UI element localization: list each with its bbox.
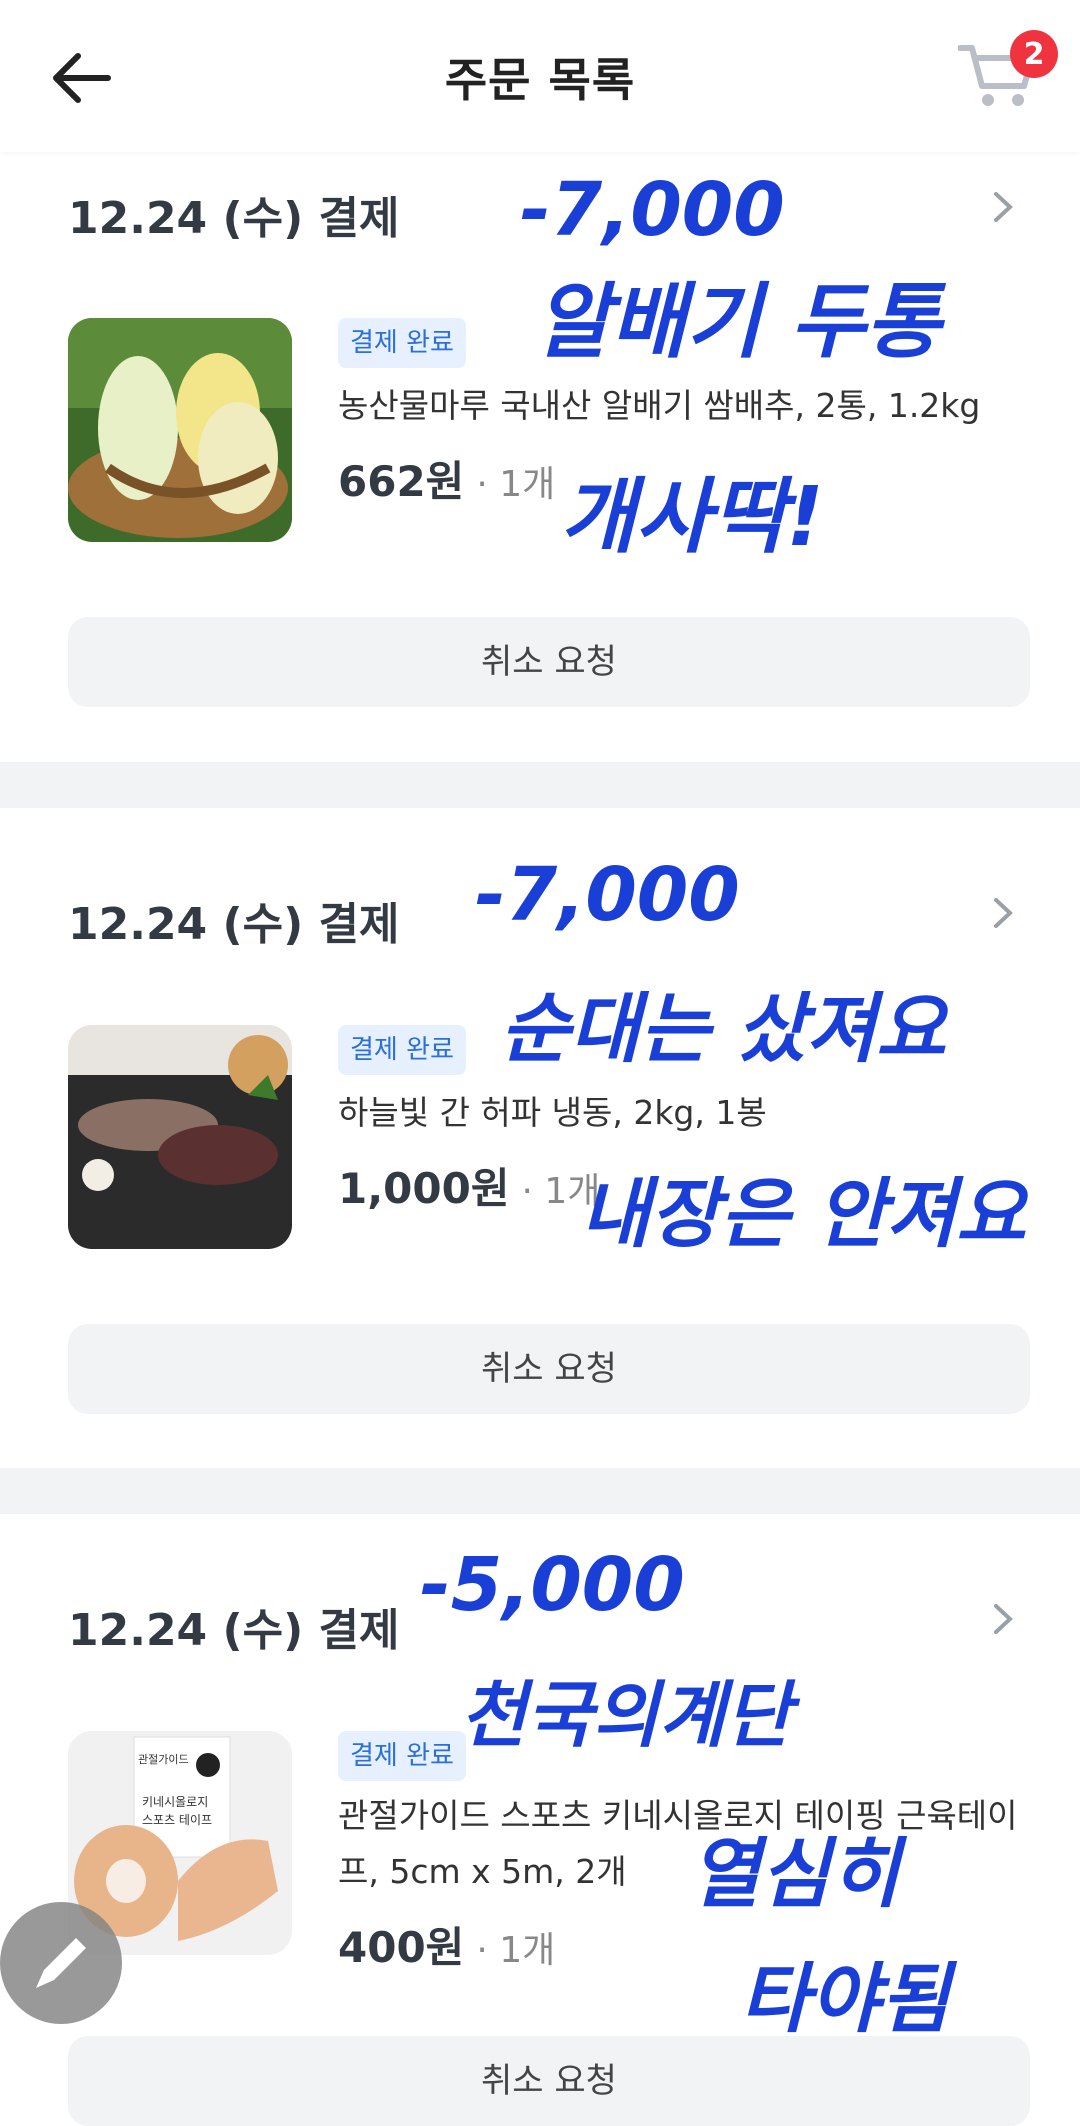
price: 662원 bbox=[338, 457, 465, 506]
quantity: · 1개 bbox=[476, 464, 556, 505]
app-header: 주문 목록 2 bbox=[0, 0, 1080, 152]
product-name[interactable]: 농산물마루 국내산 알배기 쌈배추, 2통, 1.2kg bbox=[338, 378, 1018, 434]
product-name[interactable]: 하늘빛 간 허파 냉동, 2kg, 1봉 bbox=[338, 1085, 1018, 1141]
price-row: 400원 · 1개 bbox=[338, 1914, 555, 1975]
chevron-right-icon[interactable] bbox=[982, 182, 1022, 232]
status-badge: 결제 완료 bbox=[338, 318, 466, 368]
product-image-cabbage[interactable] bbox=[68, 318, 292, 542]
cancel-request-button[interactable]: 취소 요청 bbox=[68, 2036, 1030, 2126]
order-date: 12.24 (수) 결제 bbox=[68, 193, 400, 244]
page-title: 주문 목록 bbox=[444, 53, 636, 107]
price-row: 662원 · 1개 bbox=[338, 448, 555, 509]
price: 400원 bbox=[338, 1923, 465, 1972]
product-image-liver[interactable] bbox=[68, 1025, 292, 1249]
tape-package-line: 스포츠 테이프 bbox=[142, 1813, 213, 1827]
chevron-right-icon[interactable] bbox=[982, 888, 1022, 938]
edit-pencil-button[interactable] bbox=[0, 1902, 122, 2024]
tape-package-line: 키네시올로지 bbox=[142, 1795, 209, 1809]
status-badge: 결제 완료 bbox=[338, 1731, 466, 1781]
section-divider bbox=[0, 762, 1080, 808]
product-name[interactable]: 관절가이드 스포츠 키네시올로지 테이핑 근육테이프, 5cm x 5m, 2개 bbox=[338, 1788, 1018, 1900]
price: 1,000원 bbox=[338, 1164, 510, 1213]
cart-count-badge: 2 bbox=[1010, 30, 1058, 78]
order-card: 12.24 (수) 결제 결제 완료 농산물마루 국내산 알배기 쌈배추, 2통… bbox=[0, 152, 1080, 762]
cancel-request-button[interactable]: 취소 요청 bbox=[68, 1324, 1030, 1414]
chevron-right-icon[interactable] bbox=[982, 1594, 1022, 1644]
price-row: 1,000원 · 1개 bbox=[338, 1155, 600, 1216]
status-badge: 결제 완료 bbox=[338, 1025, 466, 1075]
quantity: · 1개 bbox=[521, 1171, 601, 1212]
cancel-request-button[interactable]: 취소 요청 bbox=[68, 617, 1030, 707]
quantity: · 1개 bbox=[476, 1930, 556, 1971]
tape-package-brand: 관절가이드 bbox=[138, 1753, 189, 1766]
pencil-icon bbox=[36, 1938, 86, 1988]
order-date: 12.24 (수) 결제 bbox=[68, 899, 400, 950]
section-divider bbox=[0, 1468, 1080, 1514]
order-card: 12.24 (수) 결제 결제 완료 하늘빛 간 허파 냉동, 2kg, 1봉 … bbox=[0, 808, 1080, 1468]
order-card: 12.24 (수) 결제 관절가이드 키네시올로지 스포츠 테이프 결제 완료 … bbox=[0, 1514, 1080, 2126]
order-date: 12.24 (수) 결제 bbox=[68, 1605, 400, 1656]
